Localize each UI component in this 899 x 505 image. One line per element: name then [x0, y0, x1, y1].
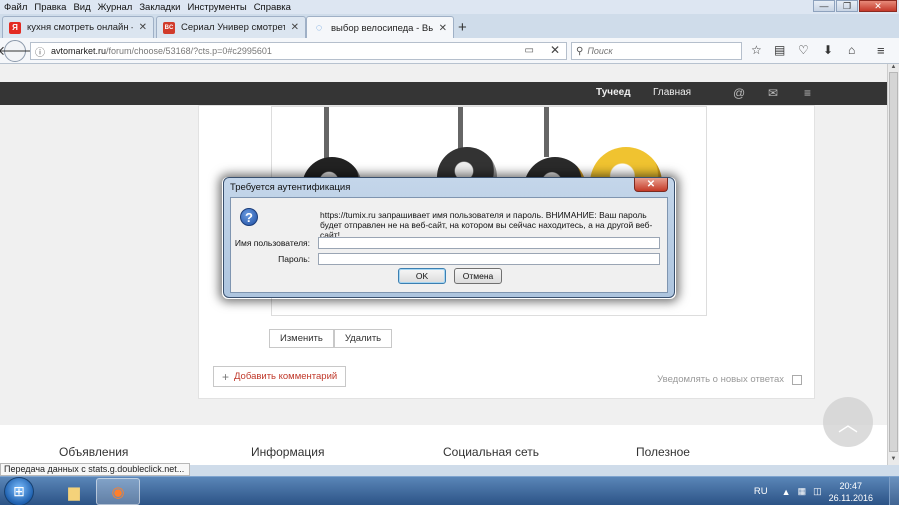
search-input[interactable]: [587, 46, 728, 56]
stop-icon[interactable]: ✕: [550, 43, 560, 57]
menu-tools[interactable]: Инструменты: [187, 2, 246, 13]
plus-icon: +: [222, 369, 230, 384]
question-icon: ?: [240, 208, 258, 226]
menu-edit[interactable]: Правка: [34, 2, 66, 13]
back-button[interactable]: 🡐: [0, 40, 32, 62]
notify-replies-toggle[interactable]: Уведомлять о новых ответах: [657, 374, 802, 385]
menu-help[interactable]: Справка: [254, 2, 291, 13]
site-header-bar: Тучеед Главная @ ✉ ≡: [0, 82, 887, 105]
footer-heading-social: Социальная сеть: [443, 445, 539, 459]
site-footer: Объявления Информация Социальная сеть По…: [0, 425, 887, 465]
delete-button[interactable]: Удалить: [333, 329, 393, 348]
minimize-button[interactable]: —: [813, 0, 835, 12]
add-comment-label: Добавить комментарий: [234, 371, 338, 382]
menu-history[interactable]: Журнал: [98, 2, 133, 13]
tab-close-icon[interactable]: ✕: [439, 23, 447, 34]
cancel-button[interactable]: Отмена: [454, 268, 502, 284]
bookmarks-library-icon[interactable]: ▤: [774, 43, 785, 57]
chevron-up-icon: ︿: [838, 413, 858, 436]
bookmark-star-icon[interactable]: ☆: [751, 43, 762, 57]
pocket-icon[interactable]: ♡: [798, 43, 809, 57]
tab-label: Сериал Универ смотреть о...: [181, 22, 285, 33]
dialog-close-button[interactable]: ✕: [634, 178, 668, 192]
password-label: Пароль:: [278, 254, 310, 264]
window-controls: — ❐ ✕: [813, 0, 897, 12]
username-label: Имя пользователя:: [234, 238, 310, 248]
auth-dialog: Требуется аутентификация ✕ ? https://tum…: [223, 177, 675, 298]
start-button[interactable]: ⊞: [4, 477, 34, 505]
clock-date: 26.11.2016: [828, 492, 873, 503]
footer-heading-info: Информация: [251, 445, 325, 459]
tab-bar: Я кухня смотреть онлайн — ... ✕ BC Сериа…: [0, 14, 899, 39]
taskbar-explorer[interactable]: ▆: [52, 478, 96, 505]
menu-bookmarks[interactable]: Закладки: [139, 2, 180, 13]
url-text: avtomarket.ru/forum/choose/53168/?cts.p=…: [51, 46, 272, 56]
add-comment-button[interactable]: + Добавить комментарий: [213, 366, 347, 387]
new-tab-button[interactable]: +: [458, 19, 467, 36]
dialog-title: Требуется аутентификация: [230, 182, 351, 193]
menu-icon[interactable]: ≡: [804, 86, 811, 100]
folder-icon: ▆: [68, 483, 80, 501]
home-link[interactable]: Главная: [653, 87, 691, 98]
reader-view-icon[interactable]: ▭: [525, 45, 534, 56]
edit-button[interactable]: Изменить: [269, 329, 334, 348]
scroll-to-top-button[interactable]: ︿: [823, 397, 873, 447]
tab-label: выбор велосипеда - Выбо...: [331, 22, 433, 34]
language-indicator[interactable]: RU: [754, 486, 768, 497]
mail-icon[interactable]: ✉: [768, 86, 778, 100]
network-icon[interactable]: ▦: [798, 486, 807, 497]
search-icon: ⚲: [576, 45, 584, 57]
close-window-button[interactable]: ✕: [859, 0, 897, 12]
tab-close-icon[interactable]: ✕: [291, 22, 299, 33]
tab-bicycle[interactable]: ◌ выбор велосипеда - Выбо... ✕: [306, 16, 454, 39]
status-bar: Передача данных с stats.g.doubleclick.ne…: [0, 463, 190, 476]
tab-close-icon[interactable]: ✕: [139, 22, 147, 33]
menu-file[interactable]: Файл: [4, 2, 27, 13]
scroll-up-arrow-icon[interactable]: ▲: [889, 64, 898, 72]
windows-logo-icon: ⊞: [13, 483, 25, 499]
show-desktop-button[interactable]: [889, 477, 899, 505]
clock-time: 20:47: [839, 480, 863, 491]
page-scrollbar[interactable]: ▲ ▼: [887, 64, 899, 465]
system-tray: RU ▲ ▦ ◫ 20:47 26.11.2016: [754, 477, 899, 505]
taskbar-firefox[interactable]: ◉: [96, 478, 140, 505]
dialog-message: https://tumix.ru запрашивает имя пользов…: [320, 210, 653, 240]
tab-univer[interactable]: BC Сериал Универ смотреть о... ✕: [156, 16, 306, 38]
post-actions: Изменить Удалить: [269, 329, 393, 348]
dialog-body: ? https://tumix.ru запрашивает имя польз…: [230, 197, 668, 293]
yandex-favicon-icon: Я: [9, 21, 21, 34]
at-icon[interactable]: @: [733, 86, 745, 100]
bc-favicon-icon: BC: [163, 21, 175, 34]
tab-label: кухня смотреть онлайн — ...: [27, 22, 133, 33]
scroll-down-arrow-icon[interactable]: ▼: [889, 456, 898, 464]
clock[interactable]: 20:47 26.11.2016: [829, 480, 873, 504]
firefox-icon: ◉: [111, 483, 125, 501]
footer-heading-useful: Полезное: [636, 445, 690, 459]
username-field[interactable]: [318, 237, 660, 249]
downloads-icon[interactable]: ⬇: [823, 43, 833, 57]
ok-button[interactable]: OK: [398, 268, 446, 284]
windows-taskbar: ⊞ ▆ ◉ RU ▲ ▦ ◫ 20:47 26.11.2016: [0, 476, 899, 505]
restore-button[interactable]: ❐: [836, 0, 858, 12]
user-link[interactable]: Тучеед: [596, 87, 631, 98]
footer-heading-ads: Объявления: [59, 445, 129, 459]
loading-spinner-icon: ◌: [315, 22, 323, 34]
home-icon[interactable]: ⌂: [848, 43, 855, 57]
scrollbar-thumb[interactable]: [889, 72, 898, 452]
password-field[interactable]: [318, 253, 660, 265]
menu-hamburger-icon[interactable]: ≡: [877, 43, 885, 58]
image-segway-pole: [458, 107, 463, 152]
tab-kuhnya[interactable]: Я кухня смотреть онлайн — ... ✕: [2, 16, 154, 38]
menu-bar: Файл Правка Вид Журнал Закладки Инструме…: [0, 0, 899, 14]
search-box[interactable]: ⚲: [571, 42, 742, 60]
url-bar[interactable]: ⓘ avtomarket.ru/forum/choose/53168/?cts.…: [30, 42, 567, 60]
tray-expand-icon[interactable]: ▲: [782, 487, 791, 497]
navigation-bar: 🡐 ⓘ avtomarket.ru/forum/choose/53168/?ct…: [0, 38, 899, 64]
site-info-icon[interactable]: ⓘ: [33, 44, 47, 59]
menu-view[interactable]: Вид: [73, 2, 90, 13]
notify-label: Уведомлять о новых ответах: [657, 374, 784, 385]
image-segway-pole: [544, 107, 549, 157]
volume-icon[interactable]: ◫: [813, 486, 822, 497]
notify-checkbox[interactable]: [792, 374, 802, 385]
